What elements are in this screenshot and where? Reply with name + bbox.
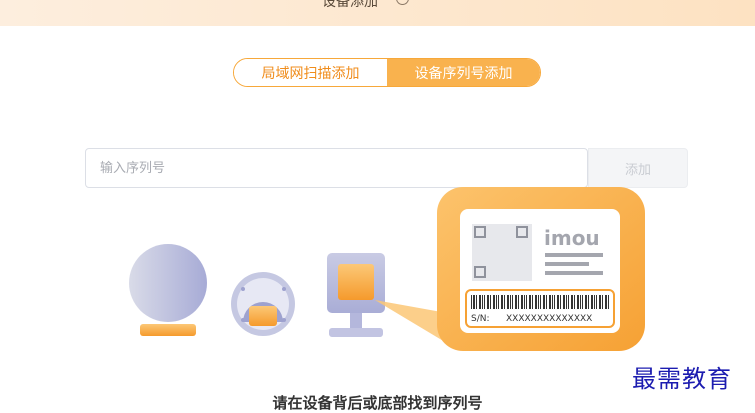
device-illustration: imou S/N: XXXXXXXXXXXXXX <box>129 187 645 351</box>
label-brand: imou <box>544 226 600 250</box>
label-sn-value: XXXXXXXXXXXXXX <box>506 314 592 324</box>
serial-hint: 请在设备背后或底部找到序列号 <box>272 394 483 412</box>
camera-ball-device-icon <box>129 244 207 336</box>
device-label-icon: imou S/N: XXXXXXXXXXXXXX <box>375 187 645 351</box>
camera-dome-device-icon <box>231 272 295 336</box>
watermark: 最需教育 <box>632 365 732 393</box>
camera-box-device-icon <box>327 253 385 337</box>
label-sn-prefix: S/N: <box>471 314 490 324</box>
